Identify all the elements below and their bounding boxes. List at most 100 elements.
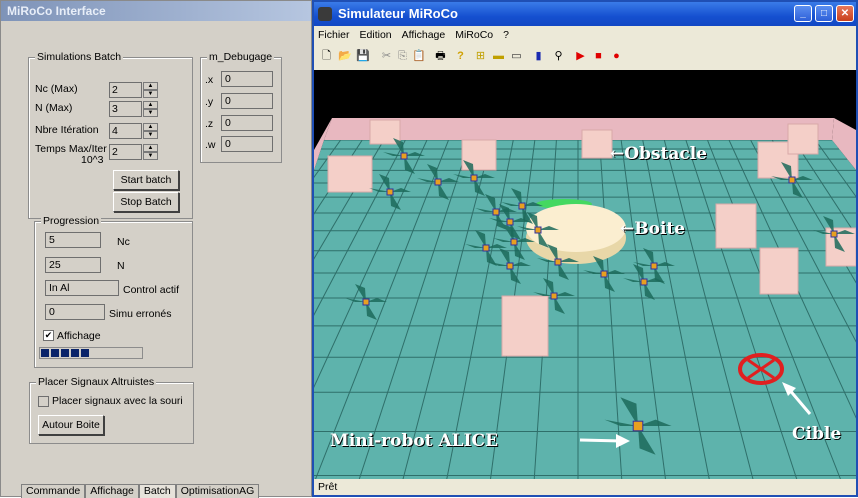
status-bar: Prêt [314,479,856,495]
n-max-value[interactable]: 3 [109,101,142,117]
progress-bar-fill [41,349,91,357]
menu-affichage[interactable]: Affichage [402,29,446,41]
spin-up-icon[interactable]: ▲ [143,101,158,109]
progress-nc-label: Nc [117,236,130,248]
toolbar: 🗋 📂 💾 ✂ ⎘ 📋 🖶 ? ⊞ ▬ ▭ ▮ ⚲ ▶ ■ ● [314,44,856,71]
simu-errors-label: Simu erronés [109,308,172,320]
obstacle-box [787,123,819,155]
progress-nc-field: 5 [45,232,101,248]
spin-down-icon[interactable]: ▼ [143,109,158,117]
debug-y-field[interactable]: 0 [221,93,273,109]
tab-bar: Commande Affichage Batch OptimisationAG [21,484,260,498]
simulation-viewport[interactable]: ←Obstacle ←Boite Mini-robot ALICE Cible [314,70,856,483]
nc-max-spinner[interactable]: 2 ▲ ▼ [109,82,159,98]
tab-batch[interactable]: Batch [138,484,176,498]
affichage-label: Affichage [57,330,101,342]
boite-annotation: ←Boite [620,219,686,239]
menu-miroco[interactable]: MiRoCo [455,29,493,41]
debug-y-label: .y [205,96,214,108]
open-folder-icon[interactable]: 📂 [338,50,352,63]
group-legend: Progression [41,215,102,227]
robot-tool-icon[interactable]: ⊞ [474,50,487,63]
play-icon[interactable]: ▶ [574,50,587,63]
debug-w-label: .w [205,139,216,151]
spin-down-icon[interactable]: ▼ [143,131,158,139]
debug-w-field[interactable]: 0 [221,136,273,152]
help-icon[interactable]: ? [454,50,467,63]
new-file-icon[interactable]: 🗋 [320,50,333,63]
iterations-spinner[interactable]: 4 ▲ ▼ [109,123,159,139]
miroco-interface-window: MiRoCo Interface Simulations Batch Nc (M… [0,0,312,498]
spin-up-icon[interactable]: ▲ [143,82,158,90]
menu-fichier[interactable]: Fichier [318,29,350,41]
spin-up-icon[interactable]: ▲ [143,144,158,152]
control-actif-label: Control actif [123,284,180,296]
simu-errors-field: 0 [45,304,105,320]
obstacle-box [327,155,373,193]
obstacle-box [715,203,757,249]
debug-z-field[interactable]: 0 [221,115,273,131]
affichage-checkbox[interactable]: ✔ [43,330,54,341]
debug-group: m_Debugage .x 0 .y 0 .z 0 .w 0 [200,51,282,163]
paste-icon[interactable]: 📋 [412,50,426,63]
group-legend: Simulations Batch [35,51,124,63]
n-max-spinner[interactable]: 3 ▲ ▼ [109,101,159,117]
iterations-label: Nbre Itération [35,124,99,136]
tab-optimisation[interactable]: OptimisationAG [175,484,260,498]
debug-x-field[interactable]: 0 [221,71,273,87]
menu-bar: Fichier Edition Affichage MiRoCo ? [314,26,856,44]
progress-n-label: N [117,260,125,272]
group-legend: m_Debugage [207,51,275,63]
obstacle-box [759,247,799,295]
progression-group: Progression 5 Nc 25 N In Al Control acti… [34,215,193,368]
record-icon[interactable]: ● [610,50,623,63]
nc-max-label: Nc (Max) [35,83,78,95]
stop-batch-button[interactable]: Stop Batch [113,192,179,212]
obstacle-tool-icon[interactable]: ▮ [532,50,545,63]
temps-unit-label: 10^3 [81,154,104,166]
copy-icon[interactable]: ⎘ [396,50,409,63]
cible-annotation: Cible [792,424,842,444]
menu-edition[interactable]: Edition [360,29,392,41]
spin-down-icon[interactable]: ▼ [143,90,158,98]
place-signals-checkbox[interactable] [38,396,49,407]
start-batch-button[interactable]: Start batch [113,170,179,190]
scene-canvas[interactable] [314,70,856,483]
minimize-icon[interactable]: _ [794,5,812,22]
progress-bar [39,347,143,359]
box-tool-icon[interactable]: ▬ [492,50,505,63]
print-icon[interactable]: 🖶 [434,50,447,63]
window-title: Simulateur MiRoCo _ □ ✕ [314,2,856,26]
temps-max-spinner[interactable]: 2 ▲ ▼ [109,144,159,160]
simulations-batch-group: Simulations Batch Nc (Max) 2 ▲ ▼ N (Max)… [28,51,193,219]
spin-up-icon[interactable]: ▲ [143,123,158,131]
group-legend: Placer Signaux Altruistes [36,376,157,388]
signals-group: Placer Signaux Altruistes Placer signaux… [29,376,194,444]
tab-commande[interactable]: Commande [21,484,86,498]
nc-max-value[interactable]: 2 [109,82,142,98]
obstacle-annotation: ←Obstacle [610,144,708,164]
zoom-icon[interactable]: ⚲ [552,50,565,63]
progress-n-field: 25 [45,257,101,273]
close-icon[interactable]: ✕ [836,5,854,22]
debug-z-label: .z [205,118,214,130]
stop-icon[interactable]: ■ [592,50,605,63]
save-icon[interactable]: 💾 [356,50,370,63]
iterations-value[interactable]: 4 [109,123,142,139]
app-icon [318,7,332,21]
control-actif-field: In Al [45,280,119,296]
cut-icon[interactable]: ✂ [380,50,393,63]
tab-affichage[interactable]: Affichage [85,484,139,498]
robot-annotation: Mini-robot ALICE [330,431,499,451]
status-text: Prêt [318,481,338,493]
maximize-icon[interactable]: □ [815,5,833,22]
temps-max-value[interactable]: 2 [109,144,142,160]
wall-tool-icon[interactable]: ▭ [510,50,523,63]
simulator-window: Simulateur MiRoCo _ □ ✕ Fichier Edition … [312,0,858,497]
menu-help[interactable]: ? [503,29,509,41]
autour-boite-button[interactable]: Autour Boite [38,415,104,435]
spin-down-icon[interactable]: ▼ [143,152,158,160]
place-signals-label: Placer signaux avec la souri [52,395,183,407]
debug-x-label: .x [205,74,214,86]
n-max-label: N (Max) [35,102,73,114]
